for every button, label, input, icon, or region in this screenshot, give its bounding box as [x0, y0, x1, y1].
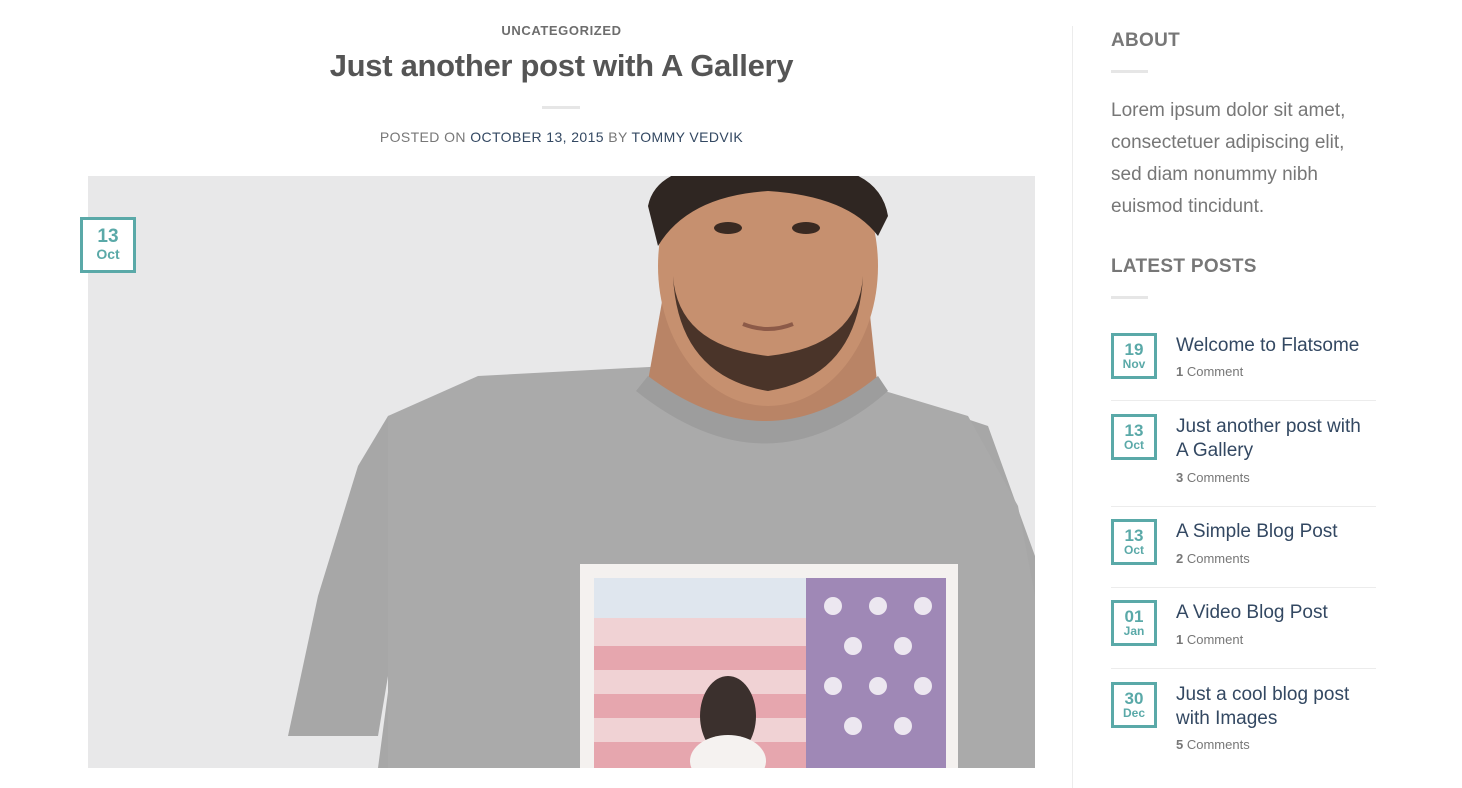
- comment-label: Comment: [1186, 632, 1244, 647]
- latest-post-separator: [1111, 668, 1376, 669]
- latest-post-date-badge: 30 Dec: [1111, 682, 1157, 728]
- latest-post-day: 13: [1124, 526, 1144, 545]
- latest-post-date-badge: 13 Oct: [1111, 414, 1157, 460]
- latest-post-title-link[interactable]: A Video Blog Post: [1176, 601, 1376, 625]
- latest-post-day: 19: [1124, 340, 1144, 359]
- featured-photo-illustration: [88, 176, 1035, 768]
- latest-post-day: 13: [1124, 421, 1144, 440]
- latest-post-date-badge: 01 Jan: [1111, 600, 1157, 646]
- latest-post-comments[interactable]: 1 Comment: [1176, 364, 1243, 379]
- meta-posted-on-label: POSTED ON: [379, 129, 466, 145]
- comment-label: Comments: [1186, 551, 1250, 566]
- post-date-badge: 13 Oct: [80, 217, 136, 273]
- comment-count: 1: [1176, 632, 1184, 647]
- latest-post-separator: [1111, 506, 1376, 507]
- comment-count: 1: [1176, 364, 1184, 379]
- latest-post-comments[interactable]: 3 Comments: [1176, 470, 1250, 485]
- latest-post-separator: [1111, 587, 1376, 588]
- latest-post-separator: [1111, 400, 1376, 401]
- post-date-link[interactable]: OCTOBER 13, 2015: [470, 129, 604, 145]
- latest-post-comments[interactable]: 2 Comments: [1176, 551, 1250, 566]
- post-title: Just another post with A Gallery: [329, 48, 794, 83]
- latest-post-month: Oct: [1123, 438, 1144, 452]
- latest-post-month: Dec: [1122, 706, 1145, 720]
- latest-post-date-badge: 19 Nov: [1111, 333, 1157, 379]
- featured-image[interactable]: [88, 176, 1035, 768]
- about-widget-title: ABOUT: [1111, 30, 1181, 51]
- comment-label: Comments: [1186, 470, 1250, 485]
- latest-posts-widget-title: LATEST POSTS: [1111, 256, 1257, 277]
- latest-post-month: Jan: [1123, 624, 1145, 638]
- latest-post-day: 01: [1124, 607, 1144, 626]
- latest-post-title-link[interactable]: Just a cool blog post with Images: [1176, 683, 1376, 731]
- badge-day: 13: [97, 226, 119, 247]
- sidebar-divider: [1072, 26, 1073, 788]
- latest-post-day: 30: [1124, 689, 1144, 708]
- comment-count: 2: [1176, 551, 1184, 566]
- latest-post-title-link[interactable]: Just another post with A Gallery: [1176, 415, 1376, 463]
- about-text: Lorem ipsum dolor sit amet, consectetuer…: [1111, 100, 1346, 217]
- title-divider: [542, 106, 580, 109]
- latest-posts-title-underline: [1111, 296, 1148, 299]
- post-author-link[interactable]: TOMMY VEDVIK: [632, 129, 744, 145]
- latest-post-title-link[interactable]: A Simple Blog Post: [1176, 520, 1376, 544]
- latest-post-month: Nov: [1122, 357, 1146, 371]
- comment-count: 3: [1176, 470, 1184, 485]
- meta-by-label: BY: [608, 129, 628, 145]
- latest-post-date-badge: 13 Oct: [1111, 519, 1157, 565]
- post-category-link[interactable]: UNCATEGORIZED: [88, 23, 1035, 38]
- comment-label: Comment: [1186, 364, 1244, 379]
- latest-post-month: Oct: [1123, 543, 1144, 557]
- latest-post-comments[interactable]: 5 Comments: [1176, 737, 1250, 752]
- comment-count: 5: [1176, 737, 1184, 752]
- comment-label: Comments: [1186, 737, 1250, 752]
- badge-month: Oct: [96, 246, 120, 262]
- post-meta: POSTED ON OCTOBER 13, 2015 BY TOMMY VEDV…: [88, 129, 1035, 145]
- latest-post-title-link[interactable]: Welcome to Flatsome: [1176, 334, 1376, 358]
- latest-post-comments[interactable]: 1 Comment: [1176, 632, 1243, 647]
- about-title-underline: [1111, 70, 1148, 73]
